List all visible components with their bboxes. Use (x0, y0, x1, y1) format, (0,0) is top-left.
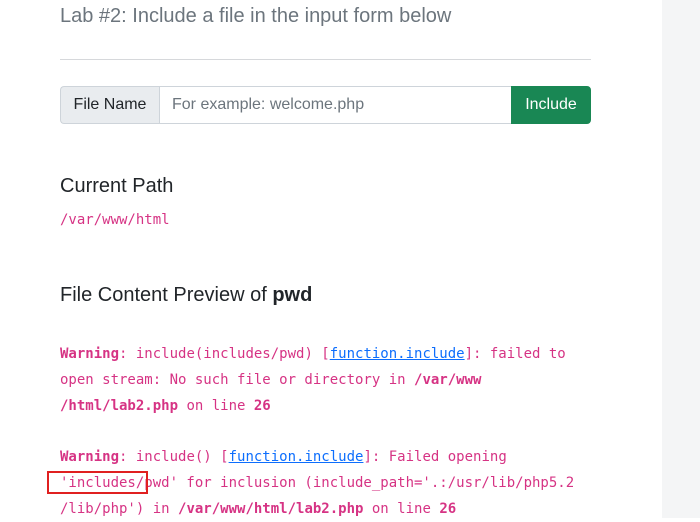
warning-2-function-link[interactable]: function.include (229, 449, 364, 465)
warning-2-line-3-text: /lib/php') in (60, 501, 179, 517)
warning-message-1: Warning: include(includes/pwd) [function… (60, 341, 566, 419)
warning-1-text-b: ]: failed to (464, 346, 566, 362)
file-preview-filename: pwd (272, 284, 313, 306)
file-name-input[interactable] (159, 86, 511, 124)
warning-1-line-number: 26 (253, 398, 271, 414)
include-form: File Name Include (60, 86, 591, 124)
warning-2-line-3: /lib/php') in /var/www/html/lab2.php on … (60, 496, 574, 522)
file-name-label: File Name (60, 86, 159, 124)
page-title: Lab #2: Include a file in the input form… (60, 5, 452, 27)
warning-2-line-1: Warning: include() [function.include]: F… (60, 444, 574, 470)
include-button[interactable]: Include (511, 86, 591, 124)
current-path-heading: Current Path (60, 175, 174, 197)
warning-1-label: Warning (60, 346, 120, 362)
divider (60, 59, 591, 60)
warning-1-path-part-2: /html/lab2.php (60, 398, 179, 414)
warning-2-text-a: : include() [ (119, 449, 229, 465)
warning-1-line-2: open stream: No such file or directory i… (60, 367, 566, 393)
warning-2-text-b: ]: Failed opening (363, 449, 507, 465)
warning-1-path-part-1: /var/www (414, 372, 482, 388)
warning-1-function-link[interactable]: function.include (330, 346, 465, 362)
warning-1-line-1: Warning: include(includes/pwd) [function… (60, 341, 566, 367)
warning-2-path: /var/www/html/lab2.php (178, 501, 364, 517)
warning-2-line-number: 26 (439, 501, 457, 517)
highlight-annotation-box (47, 471, 148, 494)
warning-1-on-line: on line (178, 398, 254, 414)
warning-1-text-a: : include(includes/pwd) [ (119, 346, 330, 362)
page-right-margin (662, 0, 700, 518)
warning-2-label: Warning (60, 449, 120, 465)
warning-1-line-2-text: open stream: No such file or directory i… (60, 372, 415, 388)
warning-2-on-line: on line (363, 501, 440, 517)
current-path-value: /var/www/html (60, 212, 170, 228)
warning-1-line-3: /html/lab2.php on line 26 (60, 393, 566, 419)
file-preview-heading-prefix: File Content Preview of (60, 284, 273, 306)
file-preview-heading: File Content Preview of pwd (60, 284, 312, 307)
